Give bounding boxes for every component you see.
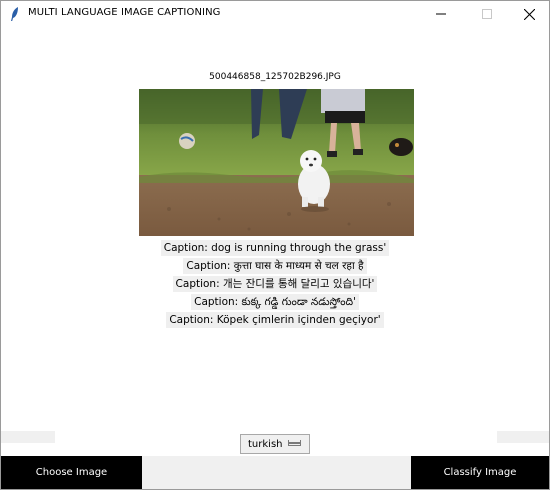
classify-image-button[interactable]: Classify Image [411, 456, 549, 489]
caption-english: Caption: dog is running through the gras… [160, 240, 390, 256]
image-filename: 500446858_125702B296.JPG [209, 72, 341, 82]
app-window: MULTI LANGUAGE IMAGE CAPTIONING 50044685… [0, 0, 550, 490]
minimize-button[interactable] [419, 1, 463, 27]
selected-image [139, 89, 414, 236]
caption-telugu: Caption: కుక్క గడ్డి గుండా నడుస్తోంది' [191, 294, 359, 310]
button-bar [142, 456, 411, 489]
language-select[interactable]: turkish [240, 434, 310, 454]
option-menu-indicator-icon [288, 440, 301, 446]
choose-image-label: Choose Image [35, 467, 108, 478]
caption-korean: Caption: 개는 잔디를 통해 달리고 있습니다' [172, 276, 378, 292]
feather-icon [11, 7, 18, 21]
caption-turkish: Caption: Köpek çimlerin içinden geçiyor' [166, 312, 384, 328]
maximize-icon [482, 9, 492, 19]
maximize-button[interactable] [465, 1, 509, 27]
language-select-value: turkish [248, 438, 283, 450]
choose-image-button[interactable]: Choose Image [1, 456, 142, 489]
close-icon [523, 8, 535, 20]
classify-image-label: Classify Image [443, 467, 517, 478]
close-button[interactable] [507, 1, 550, 27]
minimize-icon [436, 13, 446, 15]
title-bar[interactable]: MULTI LANGUAGE IMAGE CAPTIONING [1, 1, 549, 27]
window-title: MULTI LANGUAGE IMAGE CAPTIONING [28, 7, 221, 18]
caption-hindi: Caption: कुत्ता घास के माध्यम से चल रहा … [183, 258, 367, 274]
caption-list: Caption: dog is running through the gras… [1, 238, 549, 328]
